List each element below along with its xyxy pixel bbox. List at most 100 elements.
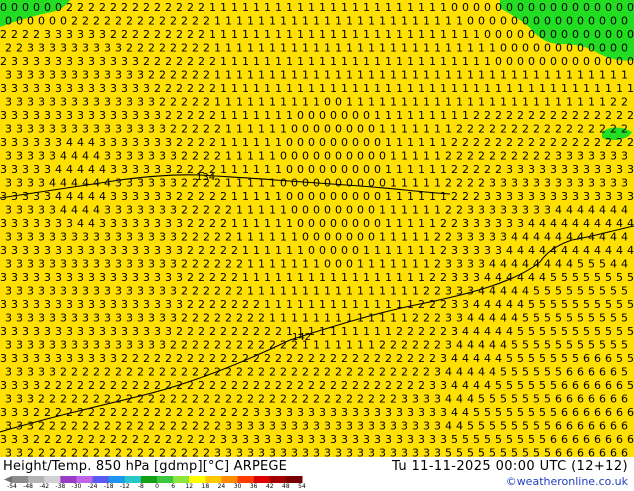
digit-mark: 4 <box>462 379 469 392</box>
digit-mark: 1 <box>236 204 243 217</box>
digit-mark: 3 <box>44 298 51 311</box>
digit-mark: 2 <box>291 339 298 352</box>
digit-mark: 3 <box>583 163 590 176</box>
digit-mark: 3 <box>110 217 117 230</box>
digit-mark: 3 <box>0 244 7 257</box>
digit-mark: 0 <box>605 28 612 41</box>
digit-mark: 3 <box>605 163 612 176</box>
digit-mark: 2 <box>203 285 210 298</box>
digit-mark: 3 <box>110 109 117 122</box>
digit-mark: 0 <box>572 28 579 41</box>
digit-mark: 3 <box>5 231 12 244</box>
digit-mark: 3 <box>55 136 62 149</box>
digit-mark: 3 <box>11 217 18 230</box>
digit-mark: 3 <box>55 28 62 41</box>
digit-mark: 5 <box>599 258 606 271</box>
digit-mark: 3 <box>396 406 403 419</box>
digit-mark: 1 <box>368 258 375 271</box>
digit-mark: 1 <box>434 96 441 109</box>
digit-mark: 2 <box>170 393 177 406</box>
digit-mark: 2 <box>500 150 507 163</box>
digit-mark: 0 <box>308 217 315 230</box>
digit-mark: 3 <box>27 123 34 136</box>
digit-mark: 3 <box>588 150 595 163</box>
digit-mark: 2 <box>0 55 7 68</box>
digit-mark: 0 <box>286 190 293 203</box>
digit-mark: 2 <box>143 1 150 14</box>
digit-mark: 4 <box>577 231 584 244</box>
digit-mark: 4 <box>577 204 584 217</box>
digit-mark: 2 <box>236 258 243 271</box>
digit-mark: 0 <box>324 177 331 190</box>
digit-mark: 1 <box>308 1 315 14</box>
digit-mark: 3 <box>49 96 56 109</box>
digit-mark: 3 <box>137 150 144 163</box>
digit-mark: 1 <box>242 28 249 41</box>
digit-mark: 2 <box>209 82 216 95</box>
digit-mark: 3 <box>412 420 419 433</box>
digit-mark: 2 <box>148 366 155 379</box>
digit-mark: 2 <box>313 366 320 379</box>
digit-mark: 4 <box>71 177 78 190</box>
digit-mark: 3 <box>55 109 62 122</box>
digit-mark: 6 <box>610 393 617 406</box>
digit-mark: 3 <box>115 42 122 55</box>
credit-link[interactable]: ©weatheronline.co.uk <box>506 475 628 488</box>
digit-mark: 2 <box>110 28 117 41</box>
digit-mark: 1 <box>418 109 425 122</box>
digit-mark: 5 <box>500 393 507 406</box>
digit-mark: 0 <box>583 28 590 41</box>
digit-mark: 3 <box>44 82 51 95</box>
digit-mark: 5 <box>511 420 518 433</box>
digit-mark: 1 <box>544 96 551 109</box>
digit-mark: 2 <box>176 406 183 419</box>
digit-mark: 2 <box>231 379 238 392</box>
digit-mark: 1 <box>616 82 623 95</box>
digit-mark: 3 <box>517 163 524 176</box>
digit-mark: 3 <box>49 366 56 379</box>
digit-mark: 0 <box>33 1 40 14</box>
digit-mark: 1 <box>214 96 221 109</box>
digit-mark: 1 <box>330 325 337 338</box>
digit-mark: 5 <box>528 352 535 365</box>
digit-mark: 1 <box>533 69 540 82</box>
digit-mark: 3 <box>154 298 161 311</box>
digit-mark: 3 <box>330 406 337 419</box>
digit-mark: 2 <box>429 298 436 311</box>
digit-mark: 5 <box>528 325 535 338</box>
digit-mark: 4 <box>561 217 568 230</box>
digit-mark: 1 <box>566 96 573 109</box>
digit-mark: 1 <box>429 109 436 122</box>
digit-mark: 3 <box>121 136 128 149</box>
digit-mark: 3 <box>38 285 45 298</box>
digit-mark: 3 <box>407 433 414 446</box>
digit-mark: 5 <box>616 271 623 284</box>
digit-mark: 3 <box>423 420 430 433</box>
digit-mark: 1 <box>346 285 353 298</box>
digit-mark: 1 <box>319 82 326 95</box>
digit-mark: 3 <box>550 163 557 176</box>
digit-mark: 2 <box>352 379 359 392</box>
digit-mark: 3 <box>33 271 40 284</box>
digit-mark: 3 <box>82 258 89 271</box>
colorbar-tick: -24 <box>87 483 98 490</box>
digit-mark: 0 <box>313 150 320 163</box>
digit-mark: 1 <box>434 42 441 55</box>
digit-mark: 3 <box>258 447 265 458</box>
digit-mark: 2 <box>60 366 67 379</box>
digit-mark: 3 <box>440 379 447 392</box>
digit-mark: 2 <box>115 447 122 458</box>
digit-mark: 3 <box>126 204 133 217</box>
digit-mark: 3 <box>115 204 122 217</box>
digit-mark: 4 <box>627 217 634 230</box>
digit-mark: 1 <box>236 69 243 82</box>
digit-mark: 3 <box>148 177 155 190</box>
digit-mark: 3 <box>495 190 502 203</box>
digit-mark: 4 <box>456 393 463 406</box>
digit-mark: 3 <box>335 420 342 433</box>
digit-mark: 4 <box>93 204 100 217</box>
digit-mark: 1 <box>352 298 359 311</box>
digit-mark: 1 <box>363 55 370 68</box>
digit-mark: 3 <box>495 217 502 230</box>
digit-mark: 3 <box>88 28 95 41</box>
